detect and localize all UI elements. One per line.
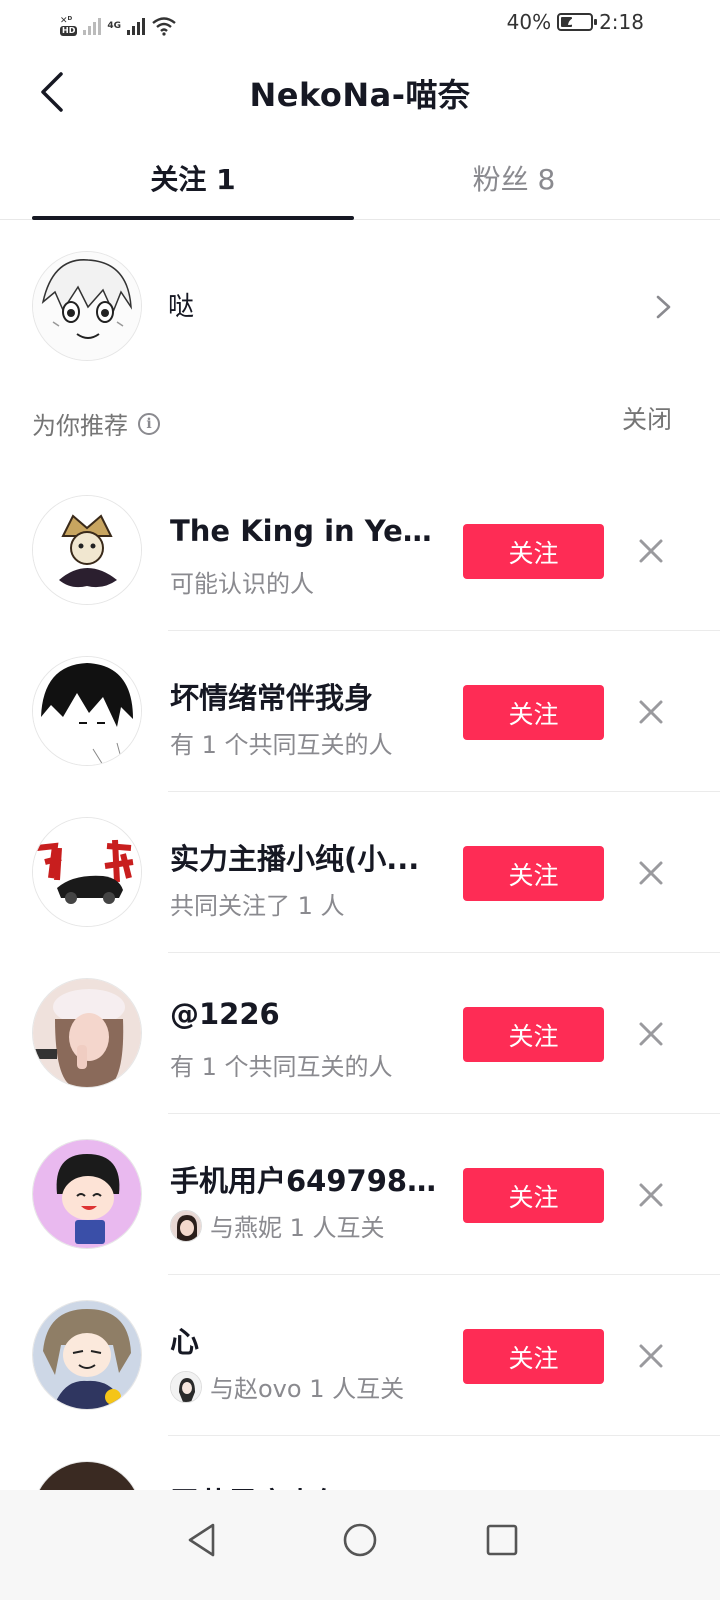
avatar[interactable] xyxy=(32,1300,142,1410)
recommend-reason: 可能认识的人 xyxy=(170,564,314,599)
mutual-avatar xyxy=(170,1209,202,1242)
info-icon[interactable]: i xyxy=(138,412,160,435)
dismiss-x-icon[interactable] xyxy=(636,697,666,727)
recommend-header: 为你推荐 i 关闭 xyxy=(32,400,688,444)
tab-followers[interactable]: 粉丝 8 xyxy=(353,158,675,198)
list-item[interactable]: 实力主播小纯(小... 共同关注了 1 人 关注 xyxy=(0,792,720,953)
recommend-reason: 有 1 个共同互关的人 xyxy=(170,725,393,760)
hd-badge: HD xyxy=(60,25,78,36)
circle-home-icon xyxy=(343,1523,377,1557)
recommend-username[interactable]: 心 xyxy=(170,1319,440,1361)
active-tab-indicator xyxy=(32,216,354,220)
tab-following[interactable]: 关注 1 xyxy=(32,158,354,198)
square-recents-icon xyxy=(486,1524,518,1556)
system-nav-bar xyxy=(0,1490,720,1600)
list-item[interactable]: @1226 有 1 个共同互关的人 关注 xyxy=(0,953,720,1114)
reason-text: 共同关注了 1 人 xyxy=(170,892,345,920)
network-type: 4G xyxy=(107,20,121,31)
reason-text: 有 1 个共同互关的人 xyxy=(170,731,393,759)
girl-photo-avatar xyxy=(33,979,141,1087)
following-list-item[interactable]: 哒 xyxy=(0,240,720,374)
clock: 2:18 xyxy=(599,10,644,34)
nav-recents-button[interactable] xyxy=(472,1510,532,1570)
signal-bars-icon-sim1 xyxy=(83,17,102,35)
recommend-list: The King in Yellow 可能认识的人 关注 坏情绪常伴我身 有 1… xyxy=(0,470,720,1597)
recommend-reason: 有 1 个共同互关的人 xyxy=(170,1047,393,1082)
battery-icon xyxy=(557,13,598,31)
avatar[interactable] xyxy=(32,656,142,766)
tab-bar: 关注 1 粉丝 8 xyxy=(0,138,720,220)
sim1-indicator: ✕ᴰ HD xyxy=(60,15,78,36)
dismiss-x-icon[interactable] xyxy=(636,1019,666,1049)
dark-hair-boy-avatar xyxy=(33,657,141,765)
follow-button[interactable]: 关注 xyxy=(463,1168,604,1223)
yellow-king-avatar xyxy=(33,496,141,604)
list-item[interactable]: The King in Yellow 可能认识的人 关注 xyxy=(0,470,720,631)
list-item[interactable]: 手机用户649798... 与燕妮 1 人互关 关注 xyxy=(0,1114,720,1275)
reason-text: 可能认识的人 xyxy=(170,570,314,598)
power-saving-leaf-icon xyxy=(568,17,581,25)
avatar xyxy=(32,251,142,361)
avatar[interactable] xyxy=(32,495,142,605)
recommend-username[interactable]: 手机用户649798... xyxy=(170,1158,440,1200)
recommend-username[interactable]: The King in Yellow xyxy=(170,514,440,548)
nav-back-button[interactable] xyxy=(172,1510,232,1570)
recommend-reason: 共同关注了 1 人 xyxy=(170,886,345,921)
top-bar: NekoNa-喵奈 xyxy=(0,50,720,134)
chevron-right-icon xyxy=(656,295,671,319)
following-username: 哒 xyxy=(168,292,195,322)
red-calligraphy-car-avatar xyxy=(33,818,141,926)
status-right: 40% 2:18 xyxy=(507,10,644,34)
anime-brown-hair-avatar xyxy=(33,1301,141,1409)
dismiss-x-icon[interactable] xyxy=(636,1341,666,1371)
status-bar: ✕ᴰ HD 4G 40% 2:18 xyxy=(0,0,720,50)
reason-text: 与赵ovo 1 人互关 xyxy=(210,1375,405,1403)
follow-button[interactable]: 关注 xyxy=(463,1007,604,1062)
list-item[interactable]: 坏情绪常伴我身 有 1 个共同互关的人 关注 xyxy=(0,631,720,792)
dismiss-x-icon[interactable] xyxy=(636,1180,666,1210)
avatar[interactable] xyxy=(32,978,142,1088)
mutual-avatar xyxy=(170,1370,202,1403)
avatar[interactable] xyxy=(32,1139,142,1249)
battery-percent: 40% xyxy=(506,10,552,34)
no-signal-icon: ✕ᴰ xyxy=(60,15,73,26)
recommend-username[interactable]: @1226 xyxy=(170,997,440,1031)
recommend-reason: 与赵ovo 1 人互关 xyxy=(170,1369,404,1404)
wifi-icon xyxy=(152,17,176,36)
dismiss-x-icon[interactable] xyxy=(636,858,666,888)
cartoon-girl-avatar xyxy=(33,1140,141,1248)
signal-bars-icon-sim2 xyxy=(127,17,145,35)
anime-avatar-illustration xyxy=(33,252,141,360)
follow-button[interactable]: 关注 xyxy=(463,524,604,579)
triangle-back-icon xyxy=(188,1523,215,1557)
recommend-username[interactable]: 坏情绪常伴我身 xyxy=(170,675,440,717)
status-left: ✕ᴰ HD 4G xyxy=(60,6,177,46)
reason-text: 有 1 个共同互关的人 xyxy=(170,1053,393,1081)
recommend-reason: 与燕妮 1 人互关 xyxy=(170,1208,385,1243)
avatar[interactable] xyxy=(32,817,142,927)
nav-home-button[interactable] xyxy=(330,1510,390,1570)
recommend-username[interactable]: 实力主播小纯(小... xyxy=(170,836,440,878)
dismiss-x-icon[interactable] xyxy=(636,536,666,566)
reason-text: 与燕妮 1 人互关 xyxy=(210,1214,385,1242)
recommend-title-wrap: 为你推荐 i xyxy=(32,406,160,441)
list-item[interactable]: 心 与赵ovo 1 人互关 关注 xyxy=(0,1275,720,1436)
page-title: NekoNa-喵奈 xyxy=(249,76,471,114)
follow-button[interactable]: 关注 xyxy=(463,846,604,901)
recommend-title: 为你推荐 xyxy=(32,412,128,440)
follow-button[interactable]: 关注 xyxy=(463,1329,604,1384)
follow-button[interactable]: 关注 xyxy=(463,685,604,740)
close-recommend-button[interactable]: 关闭 xyxy=(622,400,672,436)
